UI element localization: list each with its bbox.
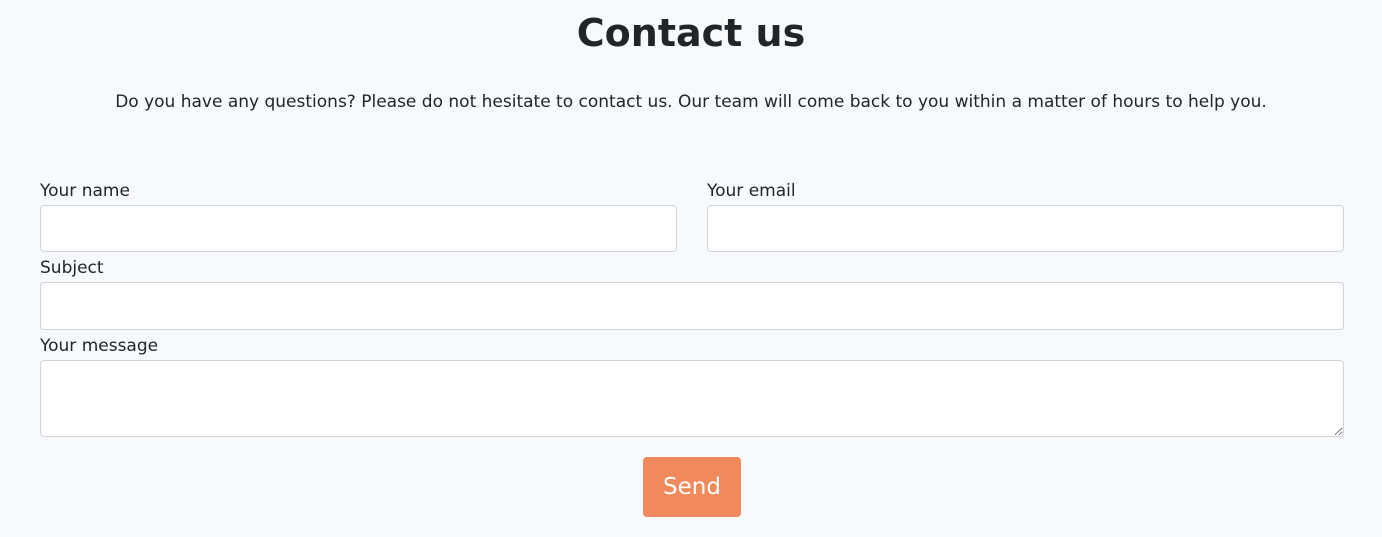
name-input[interactable]	[40, 205, 677, 252]
message-label: Your message	[40, 336, 159, 356]
subject-input[interactable]	[40, 282, 1344, 330]
message-textarea[interactable]	[40, 360, 1344, 437]
send-button[interactable]: Send	[643, 457, 741, 517]
email-input[interactable]	[707, 205, 1344, 252]
contact-page: Contact us Do you have any questions? Pl…	[0, 0, 1382, 537]
name-label: Your name	[40, 181, 130, 201]
page-title: Contact us	[576, 11, 806, 55]
intro-text: Do you have any questions? Please do not…	[115, 92, 1267, 112]
subject-label: Subject	[40, 258, 104, 278]
email-label: Your email	[707, 181, 796, 201]
